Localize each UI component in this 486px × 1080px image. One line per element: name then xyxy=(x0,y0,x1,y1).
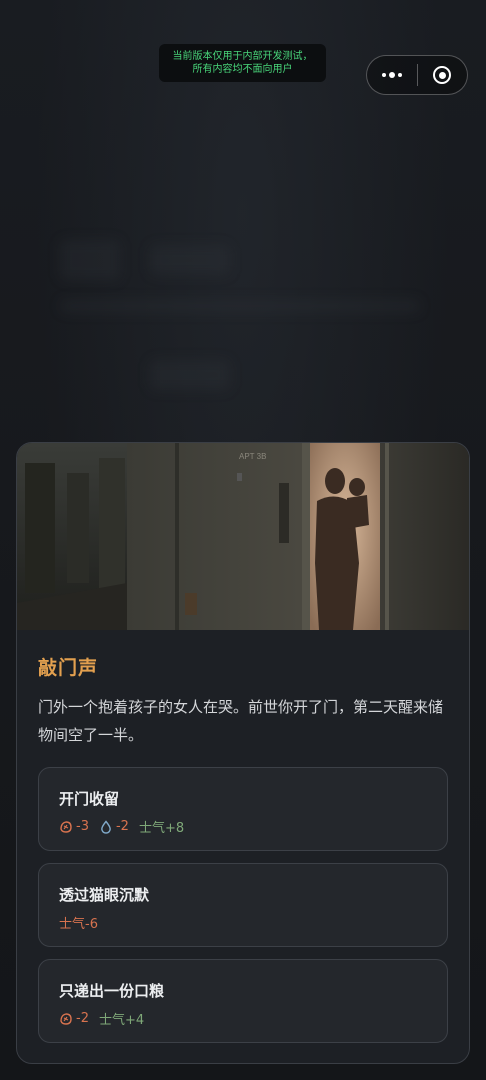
option-effects: 士气-6 xyxy=(59,913,98,932)
option-effects: -3 -2 士气+8 xyxy=(59,817,184,836)
option-peephole-silent[interactable]: 透过猫眼沉默 士气-6 xyxy=(38,863,448,947)
effect-morale: 士气+8 xyxy=(139,817,184,836)
effect-morale: 士气-6 xyxy=(59,913,98,932)
more-button[interactable] xyxy=(367,56,417,94)
effect-value: -3 xyxy=(76,819,89,834)
effect-food: -3 xyxy=(59,819,89,834)
dev-notice-line2: 所有内容均不面向用户 xyxy=(192,64,293,75)
effect-value: 士气+4 xyxy=(98,1013,145,1028)
food-icon xyxy=(60,1012,72,1025)
option-label: 开门收留 xyxy=(59,790,120,808)
blurred-shape xyxy=(60,300,420,312)
blurred-shape xyxy=(150,245,230,275)
effect-value: 士气-6 xyxy=(59,917,98,932)
blurred-shape xyxy=(60,240,120,280)
effect-morale: 士气+4 xyxy=(99,1009,144,1028)
event-description: 门外一个抱着孩子的女人在哭。前世你开了门，第二天醒来储物间空了一半。 xyxy=(38,698,444,744)
effect-value: -2 xyxy=(115,819,129,834)
close-button[interactable] xyxy=(417,56,467,94)
door-sign: APT 3B xyxy=(239,452,266,461)
dev-notice-banner: 当前版本仅用于内部开发测试， 所有内容均不面向用户 xyxy=(159,44,326,82)
effect-water: -2 xyxy=(99,819,129,834)
option-label: 透过猫眼沉默 xyxy=(59,886,150,904)
effect-value: -2 xyxy=(76,1011,89,1026)
miniprogram-capsule xyxy=(366,55,468,95)
blurred-shape xyxy=(150,360,230,390)
effect-food: -2 xyxy=(59,1011,89,1026)
option-open-door[interactable]: 开门收留 -3 -2 士气+8 xyxy=(38,767,448,851)
food-icon xyxy=(60,820,72,833)
option-effects: -2 士气+4 xyxy=(59,1009,144,1028)
option-label: 只递出一份口粮 xyxy=(59,982,165,1000)
dev-notice-line1: 当前版本仅用于内部开发测试， xyxy=(172,51,313,62)
effect-value: 士气+8 xyxy=(138,821,185,836)
event-scene-image: APT 3B xyxy=(17,443,469,630)
more-dots-icon xyxy=(381,72,402,78)
event-card: APT 3B 敲门声 门外一个抱着孩子的女人在哭。前世你开了门，第二天醒来储物间… xyxy=(16,442,470,1064)
target-close-icon xyxy=(433,66,452,84)
option-give-ration[interactable]: 只递出一份口粮 -2 士气+4 xyxy=(38,959,448,1043)
water-drop-icon xyxy=(101,819,111,834)
event-title: 敲门声 xyxy=(38,657,99,679)
